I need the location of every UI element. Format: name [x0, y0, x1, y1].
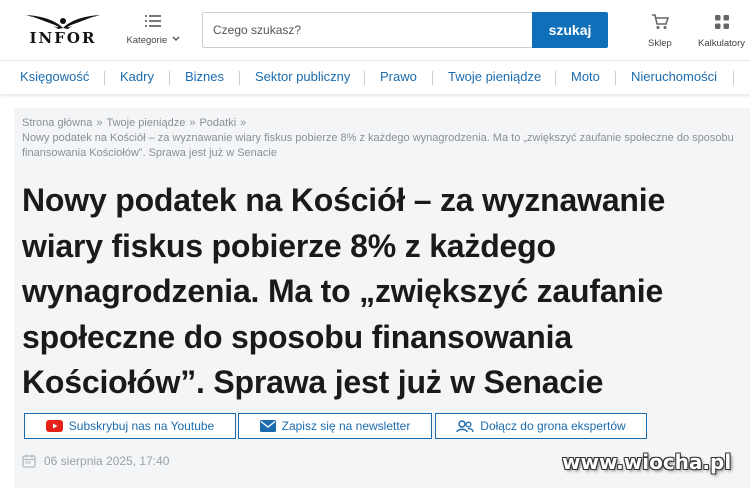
nav-divider [432, 71, 433, 85]
calendar-icon [22, 454, 36, 468]
main-nav: Księgowość Kadry Biznes Sektor publiczny… [0, 60, 750, 94]
nav-item-moto[interactable]: Moto [571, 69, 600, 84]
nav-item-ksiegowosc[interactable]: Księgowość [20, 69, 89, 84]
newsletter-button[interactable]: Zapisz się na newsletter [238, 413, 432, 439]
nav-item-biznes[interactable]: Biznes [185, 69, 224, 84]
nav-item-twoje-pieniadze[interactable]: Twoje pieniądze [448, 69, 541, 84]
search-button[interactable]: szukaj [532, 12, 608, 48]
article-title: Nowy podatek na Kościół – za wyznawanie … [22, 182, 666, 400]
nav-item-sektor-publiczny[interactable]: Sektor publiczny [255, 69, 350, 84]
nav-divider [364, 71, 365, 85]
breadcrumb-home[interactable]: Strona główna [22, 117, 92, 129]
chevron-down-icon [172, 36, 180, 41]
infor-logo[interactable]: INFOR [22, 12, 104, 48]
youtube-subscribe-button[interactable]: Subskrybuj nas na Youtube [24, 413, 236, 439]
breadcrumb: Strona główna» Twoje pieniądze» Podatki» N… [22, 117, 734, 159]
breadcrumb-podatki[interactable]: Podatki [199, 117, 236, 129]
join-experts-label: Dołącz do grona ekspertów [480, 419, 626, 433]
article-date-row: 06 sierpnia 2025, 17:40 [22, 454, 169, 468]
nav-divider [104, 71, 105, 85]
search-input[interactable] [202, 12, 533, 48]
nav-divider [169, 71, 170, 85]
nav-divider [615, 71, 616, 85]
categories-label: Kategorie [126, 35, 168, 46]
breadcrumb-twoje-pieniadze[interactable]: Twoje pieniądze [106, 117, 185, 129]
logo-text: INFOR [29, 29, 97, 47]
newsletter-label: Zapisz się na newsletter [281, 419, 411, 433]
people-icon [456, 419, 474, 432]
shop-label: Sklep [648, 38, 672, 49]
youtube-icon [45, 420, 63, 432]
grid-icon [714, 15, 729, 29]
nav-divider [733, 71, 734, 85]
article-date: 06 sierpnia 2025, 17:40 [44, 454, 170, 468]
cart-icon [651, 14, 669, 29]
breadcrumb-current: Nowy podatek na Kościół – za wyznawanie … [22, 132, 734, 159]
join-experts-button[interactable]: Dołącz do grona ekspertów [435, 413, 647, 439]
envelope-icon [259, 420, 276, 432]
nav-divider [555, 71, 556, 85]
youtube-subscribe-label: Subskrybuj nas na Youtube [68, 419, 215, 433]
nav-item-nieruchomosci[interactable]: Nieruchomości [631, 69, 717, 84]
categories-button[interactable]: Kategorie [124, 14, 182, 48]
calculators-label: Kalkulatory [698, 38, 745, 49]
logo-eagle-icon [26, 15, 100, 29]
menu-icon [145, 15, 161, 27]
site-header: INFOR Kategorie szukaj Sklep Kalkulatory [0, 0, 750, 60]
nav-item-prawo[interactable]: Prawo [380, 69, 417, 84]
shop-button[interactable]: Sklep [648, 14, 672, 51]
watermark: www.wiocha.pl [562, 450, 732, 474]
calculators-button[interactable]: Kalkulatory [698, 14, 745, 51]
nav-item-kadry[interactable]: Kadry [120, 69, 154, 84]
nav-divider [239, 71, 240, 85]
